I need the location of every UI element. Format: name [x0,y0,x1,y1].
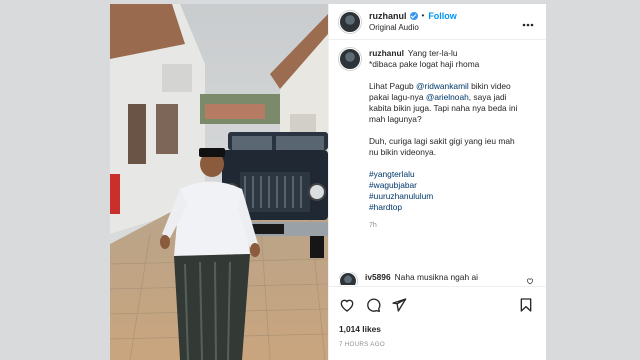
caption-avatar[interactable] [339,48,361,70]
mention-arielnoah[interactable]: @arielnoah [426,92,469,102]
comment-item: iv5896 Naha musikna ngah ai [339,272,538,285]
caption-body: ruzhanul Yang ter-la-lu *dibaca pake loga… [369,48,517,231]
caption-age: 7h [369,222,377,229]
hashtag-link[interactable]: #hardtop [369,202,517,213]
hashtag-link[interactable]: #wagubjabar [369,180,517,191]
caption-line-0: ruzhanul Yang ter-la-lu [369,48,517,59]
header-text: ruzhanul • Follow Original Audio [369,10,457,34]
more-options-icon[interactable] [522,16,534,30]
comment-icon[interactable] [365,297,381,313]
username-link[interactable]: ruzhanul [369,10,407,22]
caption-line-1: *dibaca pake logat haji rhoma [369,59,480,69]
caption-line-3: Lihat Pagub @ridwankamil bikin video [369,81,511,91]
caption-line-8: Duh, curiga lagi sakit gigi yang ieu mah [369,136,515,146]
caption-username[interactable]: ruzhanul [369,48,404,58]
heart-icon[interactable] [339,297,355,313]
action-bar: 1,014 likes 7 HOURS AGO [329,286,546,360]
verified-badge-icon [409,11,418,20]
comment-username[interactable]: iv5896 [365,272,391,282]
separator-dot: • [421,10,425,20]
follow-button[interactable]: Follow [428,10,457,22]
comment-text: Naha musikna ngah ai [394,272,478,282]
action-icons [339,297,407,313]
post-caption: ruzhanul Yang ter-la-lu *dibaca pake loga… [339,48,538,231]
audio-link[interactable]: Original Audio [369,22,457,34]
hashtag-link[interactable]: #uuruzhanululum [369,191,517,202]
comment-like-icon[interactable] [526,277,534,285]
post-details-panel: ruzhanul • Follow Original Audio ruzhanu… [328,4,546,360]
caption-line-9: nu bikin videonya. [369,147,437,157]
post-video[interactable] [110,4,328,360]
avatar[interactable] [339,10,361,33]
bookmark-icon[interactable] [518,297,534,313]
instagram-post: ruzhanul • Follow Original Audio ruzhanu… [110,4,546,360]
mention-ridwankamil[interactable]: @ridwankamil [416,81,469,91]
caption-text: Yang ter-la-lu [407,48,458,58]
header-row: ruzhanul • Follow [369,10,457,22]
hashtag-link[interactable]: #yangterlalu [369,169,517,180]
post-timestamp[interactable]: 7 HOURS AGO [339,341,385,348]
share-icon[interactable] [391,297,407,313]
caption-line-5: kabita bikin juga. Tapi naha nya beda in… [369,103,518,113]
post-header: ruzhanul • Follow Original Audio [329,4,546,40]
caption-line-4: pakai lagu-nya @arielnoah, saya jadi [369,92,507,102]
likes-count[interactable]: 1,014 likes [339,324,381,334]
video-frame [110,4,328,360]
caption-line-6: mah lagunya? [369,114,422,124]
comment-avatar[interactable] [339,272,357,285]
